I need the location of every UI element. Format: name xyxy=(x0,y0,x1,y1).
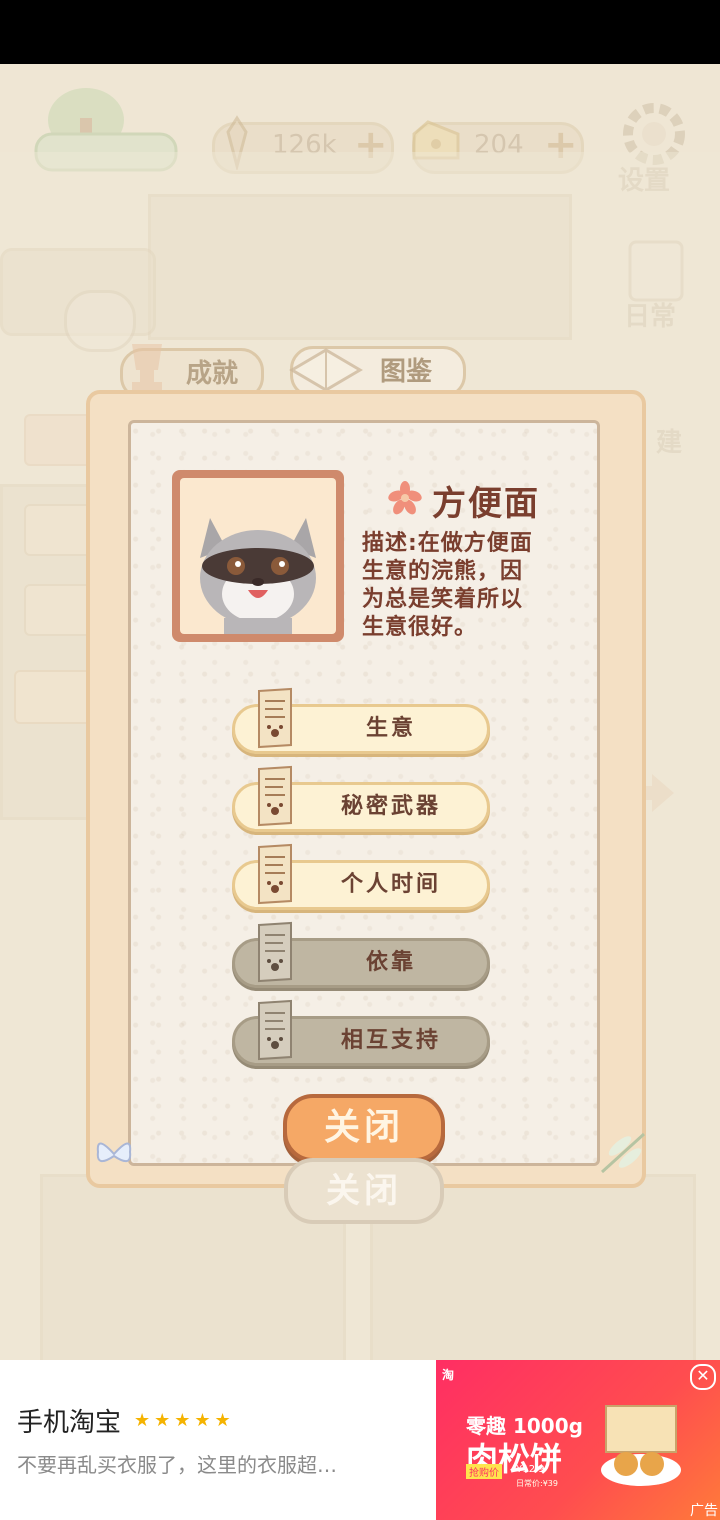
character-description: 描述:在做方便面 生意的浣熊，因 为总是笑着所以 生意很好。 xyxy=(362,530,562,642)
status-bar xyxy=(0,0,720,64)
ad-banner[interactable]: 手机淘宝 ★★★★★ 不要再乱买衣服了，这里的衣服超… 淘 零趣 1000g 肉… xyxy=(0,1360,720,1520)
paw-note-icon xyxy=(257,687,293,749)
description-line: 生意很好。 xyxy=(362,615,478,640)
story-label: 秘密武器 xyxy=(340,794,441,819)
story-button-business[interactable]: 生意 xyxy=(232,687,490,754)
story-label: 相互支持 xyxy=(340,1028,441,1053)
ad-image-badge: 抢购价 xyxy=(466,1464,502,1479)
ad-label: 广告 xyxy=(690,1503,718,1519)
tab-achievements-label: 成就 xyxy=(185,359,238,389)
description-line: 生意的浣熊，因 xyxy=(362,559,524,584)
ad-image[interactable]: 淘 零趣 1000g 肉松饼 抢购价 ¥12.9 日常价:¥39 ✕ 广告 xyxy=(436,1360,720,1520)
paw-note-icon xyxy=(257,999,293,1061)
ad-rating-stars: ★★★★★ xyxy=(134,1410,235,1431)
trophy-icon xyxy=(112,336,182,396)
close-button-shadow: 关闭 xyxy=(284,1158,444,1224)
story-button-mutual-support-locked[interactable]: 相互支持 xyxy=(232,999,490,1066)
story-label: 个人时间 xyxy=(340,872,441,897)
description-line: 为总是笑着所以 xyxy=(362,587,524,612)
book-icon xyxy=(286,330,366,394)
raccoon-portrait xyxy=(180,478,336,634)
description-line: 描述:在做方便面 xyxy=(362,531,533,556)
pastry-box-icon xyxy=(596,1400,686,1490)
story-label: 依靠 xyxy=(365,950,416,975)
ad-image-orig-price: 日常价:¥39 xyxy=(516,1479,558,1488)
character-name: 方便面 xyxy=(432,483,540,524)
flower-icon xyxy=(388,481,422,519)
close-button[interactable]: 关闭 xyxy=(283,1094,445,1162)
story-button-secret-weapon[interactable]: 秘密武器 xyxy=(232,765,490,832)
dragonfly-icon xyxy=(596,1128,652,1178)
ad-app-name: 手机淘宝 xyxy=(17,1408,122,1438)
story-button-personal-time[interactable]: 个人时间 xyxy=(232,843,490,910)
paw-note-icon xyxy=(257,843,293,905)
story-button-rely-locked[interactable]: 依靠 xyxy=(232,921,490,988)
story-label: 生意 xyxy=(365,716,416,741)
tab-encyclopedia-label: 图鉴 xyxy=(379,357,432,387)
paw-note-icon xyxy=(257,921,293,983)
paw-note-icon xyxy=(257,765,293,827)
taobao-logo-icon: 淘 xyxy=(442,1368,455,1382)
ad-image-price: ¥12.9 xyxy=(516,1464,545,1475)
character-name-row: 方便面 xyxy=(388,476,540,524)
ad-description: 不要再乱买衣服了，这里的衣服超… xyxy=(17,1453,337,1477)
ad-close-icon[interactable]: ✕ xyxy=(690,1364,716,1390)
game-area: 126k + 204 + 设置 日常 建 成就 图鉴 方便面 描述:在做方便面 … xyxy=(0,64,720,1360)
butterfly-icon xyxy=(92,1134,136,1174)
